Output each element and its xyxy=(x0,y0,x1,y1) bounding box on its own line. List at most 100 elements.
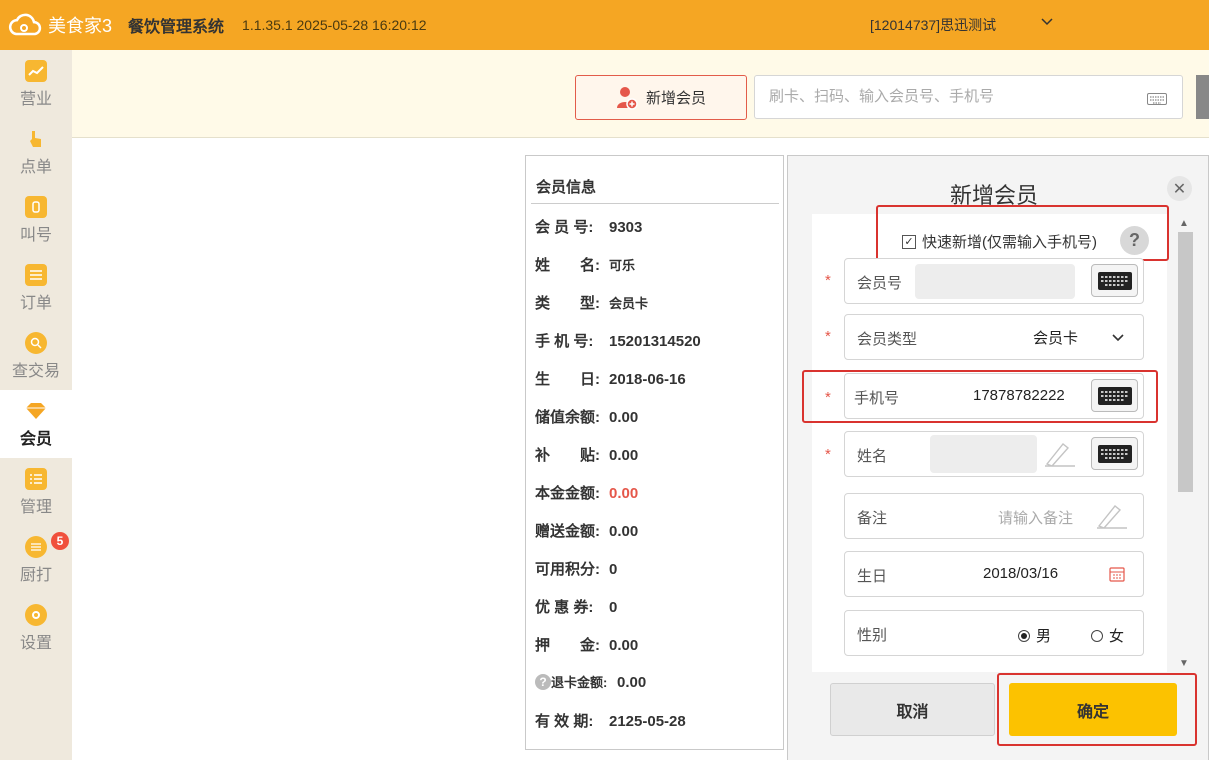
sidebar-item-call-number[interactable]: 叫号 xyxy=(0,186,72,254)
gender-female-radio[interactable]: 女 xyxy=(1091,625,1124,646)
sidebar-item-member[interactable]: 会员 xyxy=(0,390,72,458)
member-search-input[interactable] xyxy=(769,88,1129,105)
info-key: 押 金: xyxy=(535,637,600,654)
radio-label: 男 xyxy=(1036,628,1052,645)
sidebar-item-label: 厨打 xyxy=(19,566,52,584)
info-row-type: 类 型: 会员卡 xyxy=(535,292,648,313)
field-label: 备注 xyxy=(857,510,888,527)
radio-unchecked-icon xyxy=(1091,629,1103,642)
checkbox-checked-icon[interactable]: ✓ xyxy=(902,234,916,249)
divider xyxy=(531,203,779,204)
required-mark: * xyxy=(825,389,831,406)
info-row-name: 姓 名: 可乐 xyxy=(535,254,635,275)
add-member-label: 新增会员 xyxy=(645,90,706,107)
info-value: 2018-06-16 xyxy=(609,371,686,388)
sidebar-item-transactions[interactable]: 查交易 xyxy=(0,322,72,390)
sidebar-item-settings[interactable]: 设置 xyxy=(0,594,72,662)
app-title: 餐饮管理系统 xyxy=(128,19,225,36)
info-row-expiry: 有 效 期: 2125-05-28 xyxy=(535,710,686,731)
field-label: 生日 xyxy=(857,568,888,585)
phone-value[interactable]: 17878782222 xyxy=(973,387,1065,404)
keyboard-button[interactable] xyxy=(1091,264,1138,297)
printer-icon xyxy=(25,535,47,558)
member-no-input[interactable] xyxy=(915,264,1075,299)
close-icon: ✕ xyxy=(1172,180,1187,198)
member-type-select[interactable]: 会员类型 会员卡 xyxy=(844,314,1144,360)
info-key: 本金金额: xyxy=(535,485,600,502)
info-value: 0.00 xyxy=(609,447,639,464)
info-value: 会员卡 xyxy=(609,296,649,311)
remark-placeholder[interactable]: 请输入备注 xyxy=(998,507,1073,528)
keyboard-button[interactable] xyxy=(1091,437,1138,470)
info-row-stored-balance: 储值余额: 0.00 xyxy=(535,406,638,427)
quick-add-checkbox[interactable]: ✓ 快速新增(仅需输入手机号) xyxy=(902,231,1097,252)
field-label: 会员号 xyxy=(857,275,903,292)
radio-label: 女 xyxy=(1109,628,1125,645)
info-value: 15201314520 xyxy=(609,333,701,350)
list-icon xyxy=(25,263,47,286)
info-key: 赠送金额: xyxy=(535,523,600,540)
cloud-logo-icon xyxy=(8,13,42,36)
sidebar-item-label: 订单 xyxy=(19,294,52,312)
required-mark: * xyxy=(825,446,831,463)
sidebar-item-business[interactable]: 营业 xyxy=(0,50,72,118)
remark-field[interactable]: 备注 请输入备注 xyxy=(844,493,1144,539)
info-row-gift-amount: 赠送金额: 0.00 xyxy=(535,520,638,541)
field-label: 会员类型 xyxy=(857,331,918,348)
chevron-down-icon[interactable] xyxy=(1040,14,1054,28)
keyboard-icon[interactable] xyxy=(1147,93,1167,105)
question-icon[interactable]: ? xyxy=(535,674,551,690)
notification-badge: 5 xyxy=(51,532,69,550)
scroll-up-icon[interactable]: ▲ xyxy=(1179,218,1189,229)
info-value: 0.00 xyxy=(617,674,647,691)
logo-text: 美食家3 xyxy=(48,16,113,36)
sidebar-item-order[interactable]: 点单 xyxy=(0,118,72,186)
keyboard-icon xyxy=(1097,444,1132,463)
required-mark: * xyxy=(825,328,831,345)
sidebar: 营业 点单 叫号 订单 查交易 会员 管理 厨打 5 设置 xyxy=(0,50,72,760)
calendar-icon[interactable] xyxy=(1109,566,1125,582)
gender-field: 性别 男 女 xyxy=(844,610,1144,656)
field-label: 性别 xyxy=(857,627,888,644)
handwriting-icon[interactable] xyxy=(1043,440,1077,468)
sidebar-item-manage[interactable]: 管理 xyxy=(0,458,72,526)
confirm-button[interactable]: 确定 xyxy=(1009,683,1177,736)
close-button[interactable]: ✕ xyxy=(1167,176,1192,201)
gender-male-radio[interactable]: 男 xyxy=(1018,625,1051,646)
cancel-button[interactable]: 取消 xyxy=(830,683,995,736)
scrollbar-thumb[interactable] xyxy=(1178,232,1193,492)
add-member-button[interactable]: 新增会员 xyxy=(575,75,747,120)
info-key: 优 惠 券: xyxy=(535,599,594,616)
keyboard-button[interactable] xyxy=(1091,379,1138,412)
info-value: 可乐 xyxy=(609,258,636,273)
info-key: 类 型: xyxy=(535,295,600,312)
name-input[interactable] xyxy=(930,435,1037,473)
checklist-icon xyxy=(25,467,47,490)
info-key: 补 贴: xyxy=(535,447,600,464)
sidebar-item-kitchen-print[interactable]: 厨打 5 xyxy=(0,526,72,594)
sidebar-item-orders[interactable]: 订单 xyxy=(0,254,72,322)
info-row-principal: 本金金额: 0.00 xyxy=(535,482,638,503)
member-search-box[interactable] xyxy=(754,75,1183,119)
info-value: 9303 xyxy=(609,219,643,236)
store-selector[interactable]: [12014737]思迅测试 xyxy=(870,15,996,35)
search-button[interactable] xyxy=(1196,75,1209,119)
info-row-subsidy: 补 贴: 0.00 xyxy=(535,444,638,465)
ticket-icon xyxy=(25,195,47,218)
sidebar-item-label: 查交易 xyxy=(11,362,60,380)
birthday-value[interactable]: 2018/03/16 xyxy=(983,565,1058,582)
handwriting-icon[interactable] xyxy=(1095,502,1129,530)
field-label: 手机号 xyxy=(854,390,900,407)
gear-icon xyxy=(25,603,47,626)
sidebar-item-label: 设置 xyxy=(19,634,52,652)
help-icon[interactable]: ? xyxy=(1120,226,1149,255)
info-row-points: 可用积分: 0 xyxy=(535,558,617,579)
birthday-field[interactable]: 生日 2018/03/16 xyxy=(844,551,1144,597)
diamond-icon xyxy=(25,400,47,422)
info-row-member-no: 会 员 号: 9303 xyxy=(535,216,642,237)
scroll-down-icon[interactable]: ▼ xyxy=(1179,658,1189,669)
radio-checked-icon xyxy=(1018,629,1030,642)
quick-add-label: 快速新增(仅需输入手机号) xyxy=(922,234,1097,251)
sidebar-item-label: 叫号 xyxy=(19,226,52,244)
top-bar: 美食家3 餐饮管理系统 1.1.35.1 2025-05-28 16:20:12… xyxy=(0,0,1209,50)
